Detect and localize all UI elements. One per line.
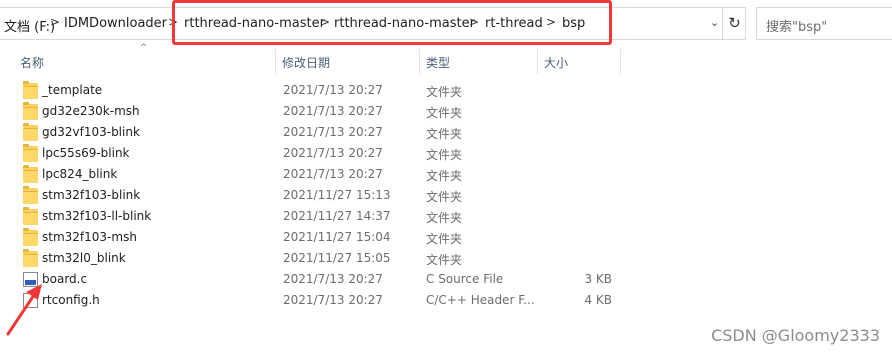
- file-type: 文件夹: [426, 106, 463, 120]
- file-name: _template: [42, 83, 103, 97]
- file-row[interactable]: stm32f103-msh 2021/11/27 15:04 文件夹: [0, 227, 892, 248]
- file-row[interactable]: gd32e230k-msh 2021/7/13 20:27 文件夹: [0, 101, 892, 122]
- folder-icon: [23, 249, 38, 267]
- folder-icon: [23, 102, 38, 120]
- file-date: 2021/7/13 20:27: [283, 104, 383, 118]
- file-size: 4 KB: [584, 293, 612, 307]
- file-row[interactable]: stm32l0_blink 2021/11/27 15:05 文件夹: [0, 248, 892, 269]
- file-size: 3 KB: [584, 272, 612, 286]
- file-type: 文件夹: [426, 127, 463, 141]
- file-type: 文件夹: [426, 253, 463, 267]
- file-name: stm32f103-msh: [42, 230, 137, 244]
- file-name: stm32l0_blink: [42, 251, 126, 265]
- file-name: lpc55s69-blink: [42, 146, 130, 160]
- folder-icon: [23, 186, 38, 204]
- breadcrumb-idmdownloader[interactable]: IDMDownloader: [64, 16, 167, 31]
- address-dropdown-icon[interactable]: ⌄: [710, 16, 719, 29]
- file-type: C Source File: [426, 272, 504, 286]
- folder-icon: [23, 144, 38, 162]
- column-divider[interactable]: [537, 49, 538, 74]
- column-divider[interactable]: [419, 49, 420, 74]
- refresh-icon[interactable]: ↻: [722, 8, 746, 39]
- file-date: 2021/11/27 15:13: [283, 188, 391, 202]
- search-input[interactable]: 搜索"bsp": [756, 7, 892, 40]
- file-date: 2021/7/13 20:27: [283, 293, 383, 307]
- red-highlight-box: [172, 0, 612, 45]
- file-type: 文件夹: [426, 190, 463, 204]
- column-header-type[interactable]: 类型: [426, 49, 536, 74]
- file-row[interactable]: stm32f103-ll-blink 2021/11/27 14:37 文件夹: [0, 206, 892, 227]
- file-row[interactable]: rtconfig.h 2021/7/13 20:27 C/C++ Header …: [0, 290, 892, 311]
- watermark: CSDN @Gloomy2333: [711, 326, 880, 345]
- file-type: C/C++ Header F...: [426, 293, 535, 307]
- folder-icon: [23, 165, 38, 183]
- file-date: 2021/11/27 14:37: [283, 209, 391, 223]
- column-divider[interactable]: [275, 49, 276, 74]
- file-row[interactable]: stm32f103-blink 2021/11/27 15:13 文件夹: [0, 185, 892, 206]
- file-type: 文件夹: [426, 211, 463, 225]
- file-name: lpc824_blink: [42, 167, 118, 181]
- file-type: 文件夹: [426, 232, 463, 246]
- folder-icon: [23, 228, 38, 246]
- folder-icon: [23, 123, 38, 141]
- file-name: rtconfig.h: [42, 293, 100, 307]
- file-date: 2021/7/13 20:27: [283, 83, 383, 97]
- file-name: stm32f103-ll-blink: [42, 209, 152, 223]
- red-arrow-icon: [6, 284, 42, 336]
- file-row[interactable]: lpc824_blink 2021/7/13 20:27 文件夹: [0, 164, 892, 185]
- column-divider[interactable]: [620, 49, 621, 74]
- file-date: 2021/11/27 15:04: [283, 230, 391, 244]
- file-row[interactable]: lpc55s69-blink 2021/7/13 20:27 文件夹: [0, 143, 892, 164]
- file-row[interactable]: _template 2021/7/13 20:27 文件夹: [0, 80, 892, 101]
- column-header-name[interactable]: 名称: [20, 49, 274, 74]
- file-row[interactable]: gd32vf103-blink 2021/7/13 20:27 文件夹: [0, 122, 892, 143]
- file-date: 2021/7/13 20:27: [283, 167, 383, 181]
- breadcrumb-separator-icon[interactable]: >: [50, 15, 60, 29]
- file-row[interactable]: board.c 2021/7/13 20:27 C Source File 3 …: [0, 269, 892, 290]
- breadcrumb-drive[interactable]: 文档 (F:): [4, 16, 55, 35]
- file-date: 2021/7/13 20:27: [283, 146, 383, 160]
- file-type: 文件夹: [426, 85, 463, 99]
- file-name: gd32e230k-msh: [42, 104, 140, 118]
- file-date: 2021/7/13 20:27: [283, 125, 383, 139]
- column-header-date[interactable]: 修改日期: [282, 49, 418, 74]
- file-type: 文件夹: [426, 148, 463, 162]
- file-date: 2021/7/13 20:27: [283, 272, 383, 286]
- folder-icon: [23, 207, 38, 225]
- file-date: 2021/11/27 15:05: [283, 251, 391, 265]
- folder-icon: [23, 81, 38, 99]
- file-name: gd32vf103-blink: [42, 125, 140, 139]
- file-name: stm32f103-blink: [42, 188, 141, 202]
- column-header-size[interactable]: 大小: [544, 49, 619, 74]
- file-type: 文件夹: [426, 169, 463, 183]
